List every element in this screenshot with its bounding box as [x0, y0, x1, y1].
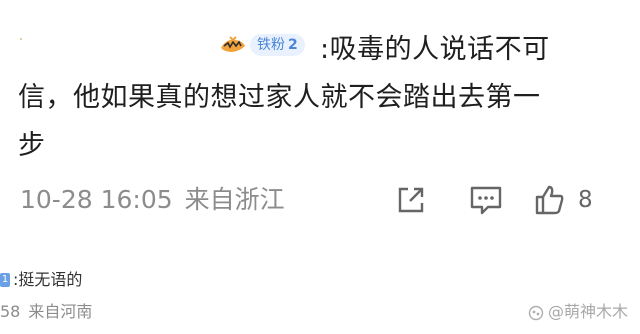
- share-icon: [394, 183, 428, 217]
- reply-timestamp: 58: [0, 302, 21, 321]
- comment-location: 来自浙江: [184, 185, 285, 214]
- like-button[interactable]: 8: [532, 180, 593, 220]
- watermark-logo-icon: [528, 304, 544, 321]
- comment-timestamp: 10-28 16:05: [20, 185, 173, 214]
- comment-icon: [468, 183, 504, 217]
- reply-text: :挺无语的: [13, 270, 83, 289]
- thumbs-up-icon: [532, 183, 566, 217]
- comment-text-line3: 步: [18, 130, 46, 161]
- reply-location: 来自河南: [28, 302, 93, 321]
- comment-text-line2: 信，他如果真的想过家人就不会踏出去第一: [18, 82, 541, 113]
- comment-meta: 10-28 16:05 来自浙江: [20, 178, 285, 222]
- watermark-text: @萌神木木: [548, 302, 629, 321]
- like-count: 8: [578, 187, 593, 213]
- share-button[interactable]: [394, 180, 428, 220]
- reply-meta: 58 来自河南: [0, 300, 92, 324]
- comment-button[interactable]: [468, 180, 504, 220]
- watermark: @萌神木木: [528, 300, 628, 324]
- reply-level-chip: 1: [0, 273, 10, 287]
- comment-text-line1: :吸毒的人说话不可: [320, 34, 550, 65]
- comment-text: :吸毒的人说话不可 信，他如果真的想过家人就不会踏出去第一 步: [18, 26, 628, 170]
- reply-item[interactable]: 1 :挺无语的: [0, 268, 82, 292]
